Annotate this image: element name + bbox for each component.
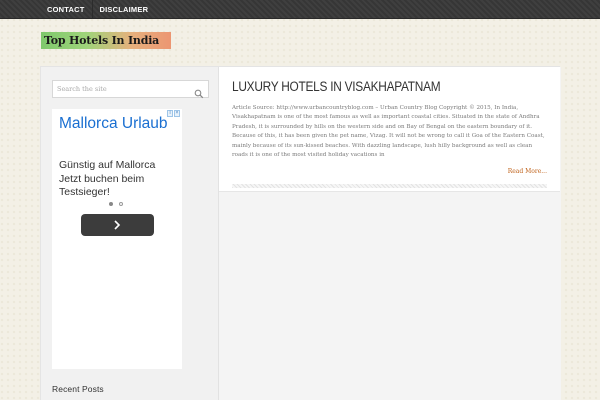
advertisement[interactable]: i × Mallorca Urlaub Günstig auf Mallorca… bbox=[52, 109, 182, 369]
site-logo[interactable]: Top Hotels In India bbox=[41, 32, 171, 49]
content-wrapper: i × Mallorca Urlaub Günstig auf Mallorca… bbox=[40, 66, 561, 400]
read-more-link[interactable]: Read More... bbox=[508, 168, 547, 175]
post-divider bbox=[232, 184, 547, 188]
nav-contact-link[interactable]: CONTACT bbox=[40, 0, 92, 19]
ad-slide-dot-active[interactable] bbox=[109, 202, 113, 206]
ad-body-text[interactable]: Günstig auf Mallorca Jetzt buchen beim T… bbox=[59, 159, 179, 200]
sidebar: i × Mallorca Urlaub Günstig auf Mallorca… bbox=[41, 67, 219, 400]
site-logo-text: Top Hotels In India bbox=[44, 34, 160, 47]
chevron-right-icon bbox=[114, 220, 121, 230]
nav-disclaimer-link[interactable]: DISCLAIMER bbox=[91, 0, 156, 19]
ad-slide-dot[interactable] bbox=[119, 202, 123, 206]
recent-posts-heading: Recent Posts bbox=[52, 384, 104, 394]
ad-slide-indicator bbox=[109, 202, 123, 206]
post-title[interactable]: LUXURY HOTELS IN VISAKHAPATNAM bbox=[232, 79, 441, 94]
top-menu: CONTACT DISCLAIMER bbox=[40, 0, 155, 19]
top-navigation-bar: CONTACT DISCLAIMER bbox=[0, 0, 600, 19]
main-content: LUXURY HOTELS IN VISAKHAPATNAM Article S… bbox=[219, 67, 561, 400]
search-input[interactable] bbox=[57, 81, 187, 97]
post-excerpt: Article Source: http://www.urbancountryb… bbox=[232, 105, 545, 159]
ad-headline[interactable]: Mallorca Urlaub bbox=[59, 114, 177, 133]
search-icon[interactable] bbox=[194, 84, 204, 99]
search-box bbox=[52, 80, 209, 99]
post-card: LUXURY HOTELS IN VISAKHAPATNAM Article S… bbox=[219, 67, 560, 192]
ad-next-button[interactable] bbox=[81, 214, 154, 236]
